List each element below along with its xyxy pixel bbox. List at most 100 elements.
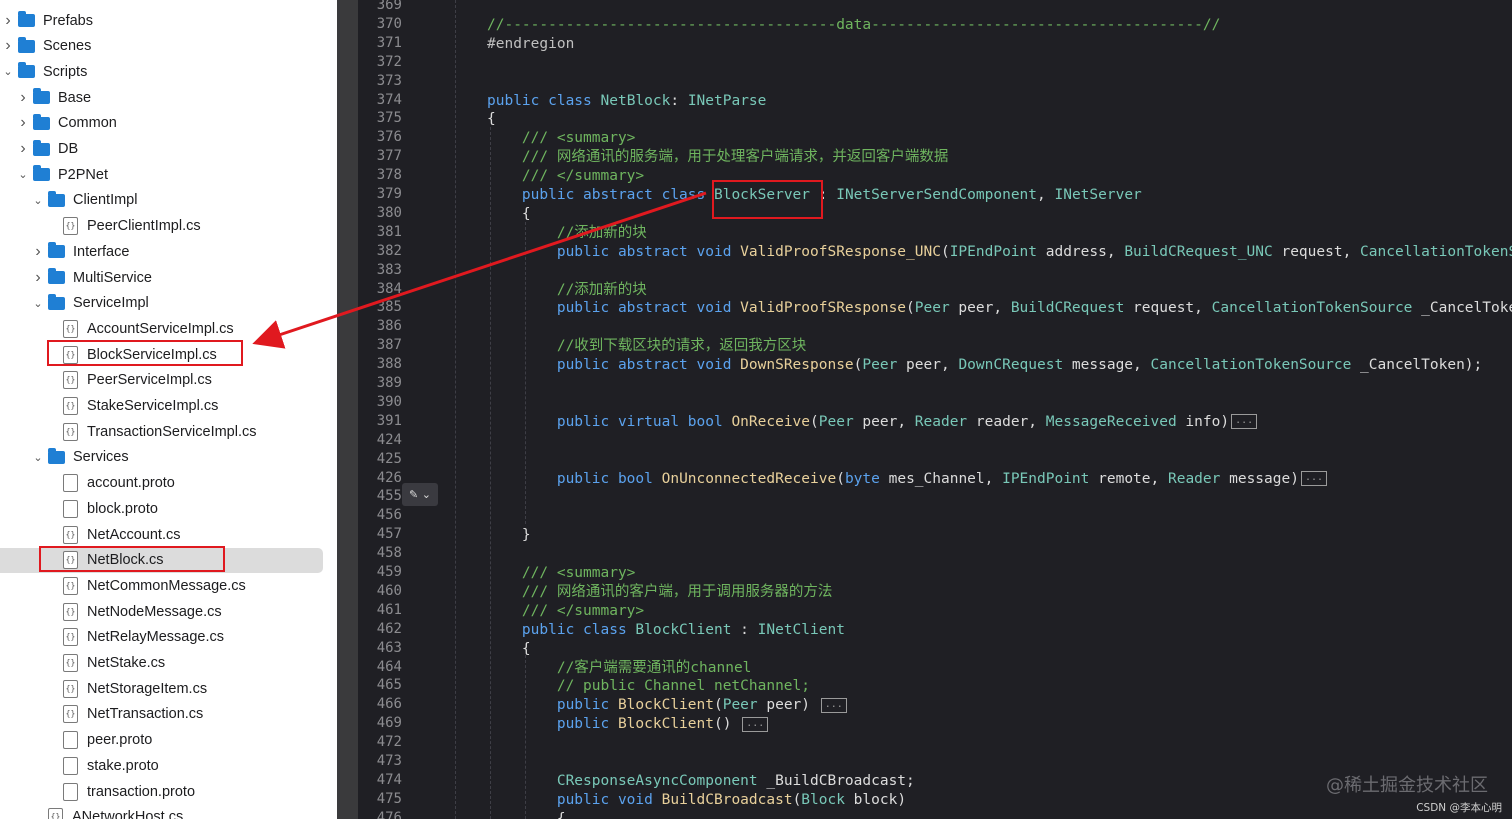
code-token: /// 网络通讯的服务端，用于处理客户端请求，并返回客户端数据 (487, 149, 949, 166)
tree-item[interactable]: ⌄ Services (0, 445, 337, 470)
code-token: CancellationTokenSource (1360, 243, 1512, 260)
line-number: 369 (376, 0, 402, 13)
line-number: 466 (376, 696, 402, 713)
tree-item[interactable]: account.proto (0, 471, 337, 496)
code-token: BuildCBroadcast (661, 791, 793, 808)
code-token: CResponseAsyncComponent (487, 772, 758, 789)
tree-item[interactable]: ⌄ P2PNet (0, 162, 337, 187)
tree-item[interactable]: stake.proto (0, 753, 337, 778)
csharp-file-icon: {} (63, 319, 78, 338)
tree-item[interactable]: {} NetAccount.cs (0, 522, 337, 547)
folder-icon (48, 242, 65, 259)
line-number: 374 (376, 91, 402, 108)
tree-item[interactable]: {} TransactionServiceImpl.cs (0, 419, 337, 444)
tree-item[interactable]: block.proto (0, 496, 337, 521)
chevron-down-icon[interactable]: ⌄ (32, 451, 44, 464)
line-number: 384 (376, 280, 402, 297)
tree-item[interactable]: › Prefabs (0, 8, 337, 33)
chevron-right-icon[interactable]: › (17, 114, 29, 132)
code-token: DownSResponse (740, 357, 854, 374)
tree-item-label: Scenes (43, 38, 92, 55)
tree-item[interactable]: {} PeerServiceImpl.cs (0, 368, 337, 393)
tree-item[interactable]: › Scenes (0, 34, 337, 59)
tree-item[interactable]: {} NetNodeMessage.cs (0, 599, 337, 624)
code-token: BlockClient (617, 716, 714, 733)
tree-item-label: Services (73, 449, 129, 466)
tree-item[interactable]: ⌄ ServiceImpl (0, 291, 337, 316)
tree-item[interactable]: › DB (0, 137, 337, 162)
code-token: /// <summary> (487, 565, 636, 581)
chevron-right-icon[interactable]: › (2, 37, 14, 55)
tree-item[interactable]: peer.proto (0, 728, 337, 753)
line-number: 469 (376, 715, 402, 732)
tree-item[interactable]: {} PeerClientImpl.cs (0, 214, 337, 239)
folded-code-marker[interactable]: ... (1231, 414, 1258, 430)
code-token: INetServerSendComponent (836, 187, 1038, 203)
code-token: public abstract void (487, 243, 741, 260)
file-icon (63, 782, 78, 801)
tree-item[interactable]: › Common (0, 111, 337, 136)
code-token: public abstract class (487, 187, 714, 203)
tree-item[interactable]: {} NetRelayMessage.cs (0, 625, 337, 650)
line-number: 380 (376, 204, 402, 221)
line-number: 458 (376, 545, 402, 562)
code-token: _BuildCBroadcast; (757, 772, 915, 789)
tree-item[interactable]: › Base (0, 85, 337, 110)
tree-item[interactable]: › Interface (0, 239, 337, 264)
code-token: ( (836, 470, 845, 487)
code-editor[interactable]: 369 370 371 372 373 374 375 376 377 378 379 380 381 3… (358, 0, 1512, 819)
tree-item[interactable]: transaction.proto (0, 779, 337, 804)
code-token: //客户端需要通讯的channel (487, 659, 752, 676)
tree-item-label: P2PNet (58, 166, 108, 183)
tree-item[interactable]: ⌄ Scripts (0, 59, 337, 84)
tree-item-label: stake.proto (87, 757, 159, 774)
tree-item[interactable]: {} NetStorageItem.cs (0, 676, 337, 701)
chevron-down-icon[interactable]: ⌄ (32, 194, 44, 207)
highlight-box-blockserver (712, 180, 823, 219)
line-number: 476 (376, 809, 402, 819)
chevron-right-icon[interactable]: › (17, 140, 29, 158)
folded-code-marker[interactable]: ... (1300, 471, 1328, 486)
line-number: 391 (376, 412, 402, 429)
tree-item[interactable]: {} ANetworkHost.cs (0, 805, 337, 819)
line-number: 472 (376, 734, 402, 751)
csharp-file-icon: {} (63, 371, 78, 390)
chevron-right-icon[interactable]: › (2, 12, 14, 30)
tree-item[interactable]: › MultiService (0, 265, 337, 290)
folder-icon (18, 36, 35, 53)
code-token: //添加新的块 (487, 224, 647, 241)
chevron-right-icon[interactable]: › (32, 269, 44, 287)
watermark: @稀土掘金技术社区 (1326, 775, 1488, 796)
tree-item[interactable]: {} AccountServiceImpl.cs (0, 316, 337, 341)
line-number: 457 (376, 526, 402, 543)
code-token: ValidProofSResponse (740, 300, 907, 317)
chevron-down-icon[interactable]: ⌄ (17, 168, 29, 181)
chevron-right-icon[interactable]: › (17, 89, 29, 107)
line-number: 383 (376, 261, 402, 278)
tree-item[interactable]: {} NetStake.cs (0, 651, 337, 676)
tree-item[interactable]: {} StakeServiceImpl.cs (0, 394, 337, 419)
tree-item-label: AccountServiceImpl.cs (87, 320, 234, 337)
line-number: 377 (376, 148, 402, 165)
code-token: Reader (914, 413, 968, 430)
chevron-right-icon[interactable]: › (32, 243, 44, 261)
code-token: public bool (487, 470, 662, 487)
code-line: /// <summary> (487, 564, 636, 583)
chevron-down-icon[interactable]: ⌄ (32, 297, 44, 310)
folded-code-marker[interactable]: ... (742, 716, 769, 732)
line-number: 461 (376, 601, 402, 618)
code-fold-control[interactable]: ✎ ⌄ (402, 483, 438, 506)
tree-item[interactable]: {} NetCommonMessage.cs (0, 573, 337, 598)
tree-item[interactable]: ⌄ ClientImpl (0, 188, 337, 213)
code-line: public abstract void ValidProofSResponse… (487, 243, 1512, 262)
tree-item-label: NetAccount.cs (87, 526, 181, 543)
pane-splitter[interactable] (337, 0, 358, 819)
code-token: message) (1220, 470, 1299, 487)
chevron-down-icon[interactable]: ⌄ (2, 65, 14, 78)
code-token: public void (487, 791, 662, 808)
tree-item[interactable]: {} NetTransaction.cs (0, 702, 337, 727)
file-icon (63, 499, 78, 518)
folded-code-marker[interactable]: ... (820, 697, 847, 713)
code-token: byte (844, 470, 880, 487)
code-token: { (487, 640, 531, 657)
